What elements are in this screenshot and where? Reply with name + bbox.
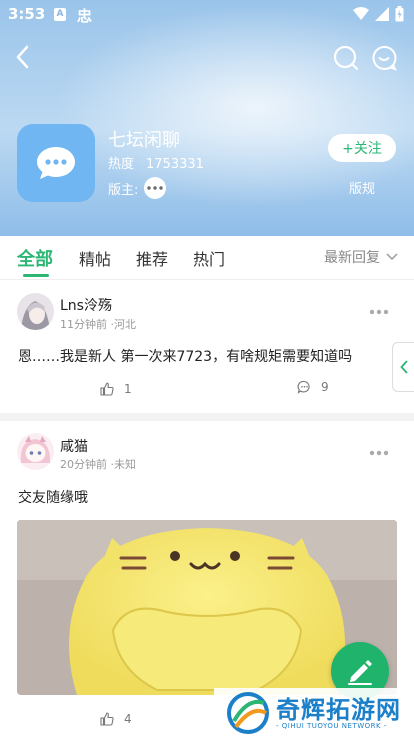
- tab-hot[interactable]: 热门: [193, 246, 225, 270]
- thumbs-up-icon: [100, 382, 114, 396]
- heat-value: 1753331: [146, 157, 204, 172]
- post-content[interactable]: 恩……我是新人 第一次来7723，有啥规矩需要知道吗: [18, 346, 352, 366]
- moderator-more-icon[interactable]: [144, 177, 167, 199]
- post-meta: 20分钟前 ·未知: [60, 458, 136, 471]
- like-count: 1: [124, 382, 132, 396]
- status-bar: 3:53 A 忠: [0, 0, 414, 30]
- chevron-down-icon: [386, 253, 398, 261]
- more-options-icon[interactable]: [369, 309, 389, 315]
- signal-icon: [375, 7, 389, 21]
- comment-button[interactable]: 9: [297, 380, 329, 394]
- comment-count: 9: [321, 380, 329, 394]
- post-divider: [0, 413, 414, 421]
- forum-icon: [17, 124, 95, 202]
- sort-dropdown[interactable]: 最新回复: [324, 247, 398, 267]
- forum-title: 七坛闲聊: [108, 130, 180, 151]
- site-watermark: 奇辉拓游网 - QIHUI TUOYOU NETWORK -: [214, 688, 414, 737]
- forum-rules-link[interactable]: 版规: [349, 178, 375, 197]
- forum-moderators: 版主:: [108, 177, 167, 199]
- side-drawer-handle[interactable]: [392, 342, 414, 392]
- post-tabs: 全部 精帖 推荐 热门 最新回复: [0, 236, 414, 280]
- forum-heat: 热度 1753331: [108, 153, 204, 172]
- status-time: 3:53: [8, 5, 46, 23]
- like-count: 4: [124, 712, 132, 726]
- post-item[interactable]: Lns泠殇 11分钟前 ·河北 恩……我是新人 第一次来7723，有啥规矩需要知…: [0, 281, 414, 413]
- app-notification-icon: 忠: [77, 7, 93, 25]
- message-icon[interactable]: [370, 44, 398, 72]
- wifi-icon: [353, 7, 369, 20]
- watermark-logo: [227, 692, 269, 734]
- post-author[interactable]: Lns泠殇: [60, 295, 112, 315]
- post-meta: 11分钟前 ·河北: [60, 318, 136, 331]
- speech-bubble-icon: [37, 147, 75, 179]
- thumbs-up-icon: [100, 712, 114, 726]
- moderator-label: 版主:: [108, 182, 139, 198]
- top-nav: [0, 40, 414, 76]
- active-tab-indicator: [23, 274, 49, 277]
- user-avatar[interactable]: [17, 293, 54, 330]
- watermark-title: 奇辉拓游网: [276, 696, 401, 724]
- battery-icon: [395, 6, 404, 22]
- watermark-subtitle: - QIHUI TUOYOU NETWORK -: [276, 722, 387, 730]
- follow-button[interactable]: +关注: [328, 134, 396, 162]
- tab-all[interactable]: 全部: [17, 245, 53, 271]
- back-icon[interactable]: [12, 42, 34, 72]
- notification-a-icon: A: [54, 8, 66, 21]
- tab-featured[interactable]: 精帖: [79, 246, 111, 270]
- like-button[interactable]: 1: [100, 382, 132, 396]
- more-options-icon[interactable]: [369, 450, 389, 456]
- chevron-left-icon: [399, 360, 408, 374]
- pencil-icon: [348, 660, 372, 685]
- comment-icon: [297, 380, 310, 394]
- heat-label: 热度: [108, 157, 135, 172]
- status-icons: [353, 6, 404, 22]
- sort-label: 最新回复: [324, 250, 380, 266]
- search-icon[interactable]: [332, 44, 360, 72]
- tab-recommended[interactable]: 推荐: [136, 246, 168, 270]
- post-content[interactable]: 交友随缘哦: [18, 487, 88, 507]
- post-author[interactable]: 咸猫: [60, 436, 88, 456]
- like-button[interactable]: 4: [100, 712, 132, 726]
- user-avatar[interactable]: [17, 433, 54, 470]
